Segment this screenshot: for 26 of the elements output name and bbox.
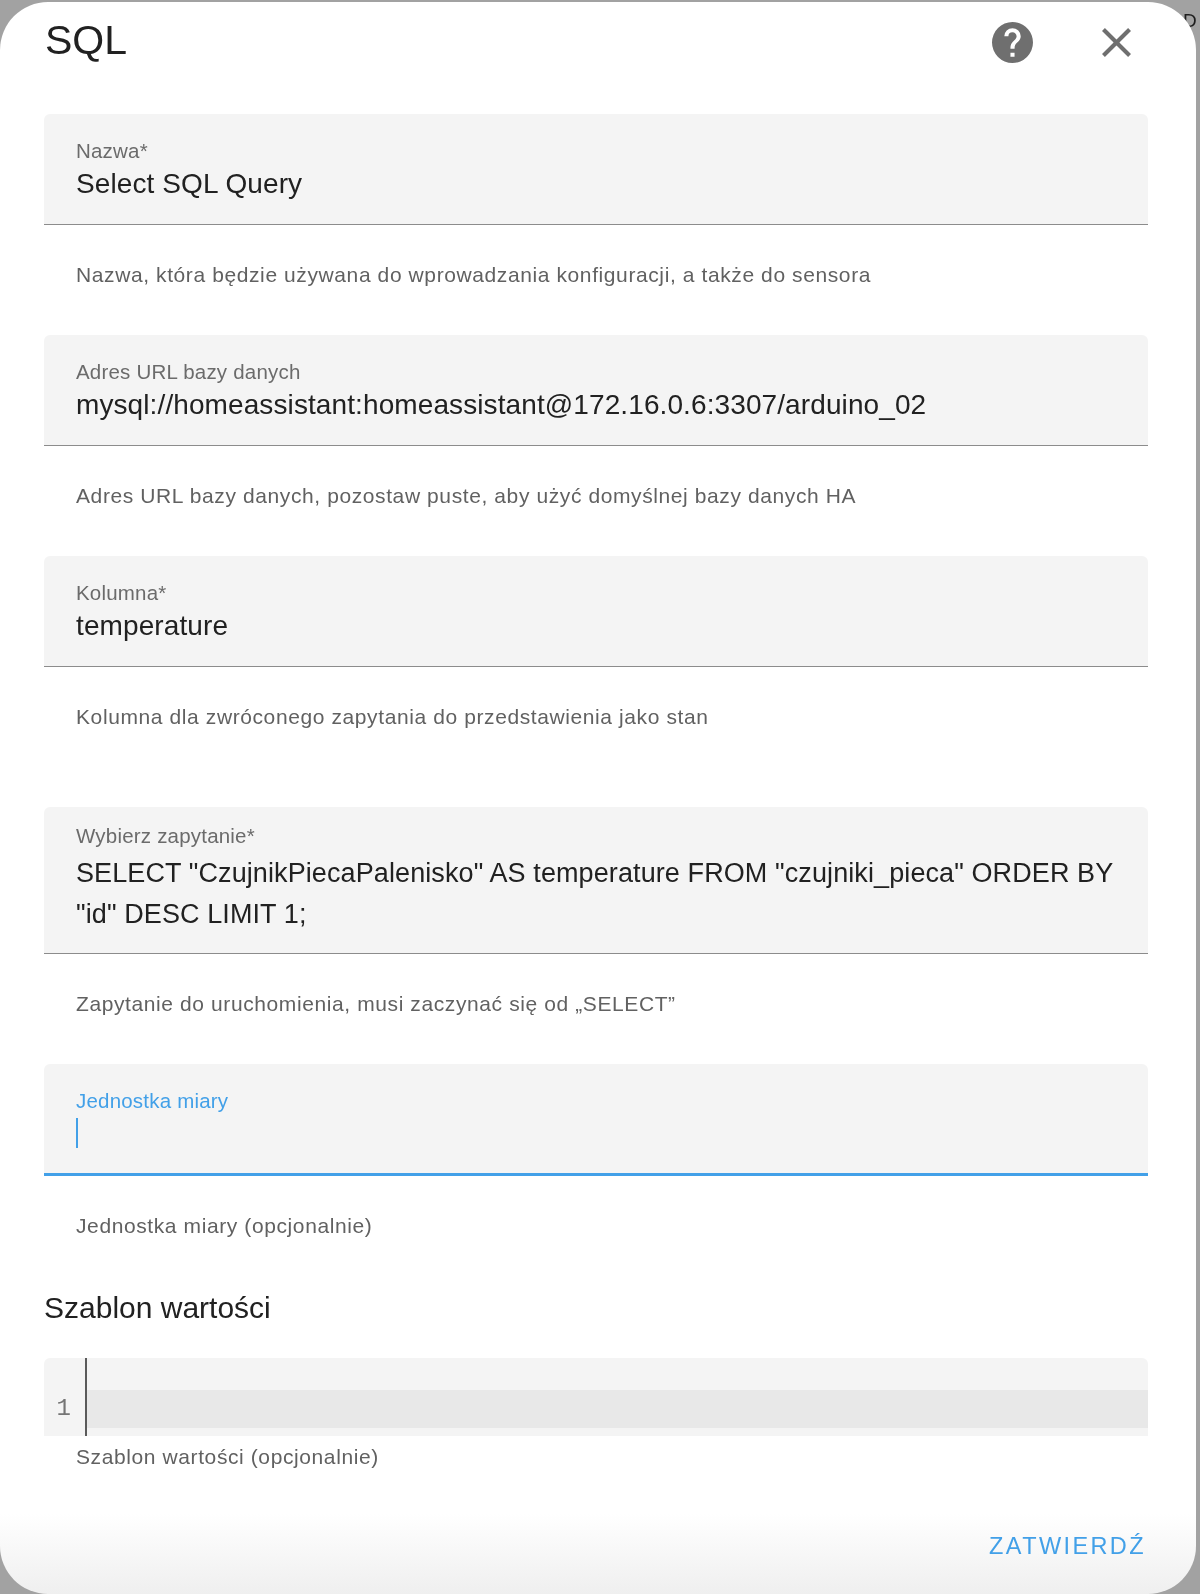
- helper-text: Nazwa, która będzie używana do wprowadzania konfiguracji, a także do sensora: [75, 262, 873, 288]
- text-cursor: [76, 1118, 78, 1148]
- field-label: Nazwa*: [76, 138, 149, 164]
- helper-text: Jednostka miary (opcjonalnie): [75, 1213, 374, 1239]
- helper-text: Kolumna dla zwróconego zapytania do przedstawienia jako stan: [75, 704, 710, 730]
- line-number: 1: [55, 1394, 72, 1424]
- helper-text: Zapytanie do uruchomienia, musi zaczynać się od „SELECT”: [75, 991, 677, 1017]
- field-value: temperature: [76, 609, 230, 643]
- field-label: Adres URL bazy danych: [76, 359, 302, 385]
- field-value: Select SQL Query: [76, 167, 304, 201]
- text-field[interactable]: Kolumna* temperature: [44, 556, 1148, 667]
- code-editor[interactable]: 1: [44, 1358, 1148, 1436]
- section-heading: Szablon wartości: [44, 1290, 272, 1326]
- field-value: SELECT "CzujnikPiecaPalenisko" AS temperature FROM "czujniki_pieca" ORDER BY "id" DESC LIMIT 1;: [76, 857, 1114, 931]
- help-icon: [992, 21, 1033, 63]
- close-icon: [1102, 27, 1131, 57]
- text-field[interactable]: Adres URL bazy danych mysql://homeassistant:homeassistant@172.16.0.6:3307/arduino_02: [44, 335, 1148, 446]
- text-field[interactable]: Nazwa* Select SQL Query: [44, 114, 1148, 225]
- helper-text: Adres URL bazy danych, pozostaw puste, aby użyć domyślnej bazy danych HA: [75, 483, 858, 509]
- field-value: mysql://homeassistant:homeassistant@172.16.0.6:3307/arduino_02: [76, 388, 928, 422]
- text-area[interactable]: Wybierz zapytanie* SELECT "CzujnikPiecaPalenisko" AS temperature FROM "czujniki_pieca" ORDER BY "id" DESC LIMIT 1;: [44, 807, 1148, 954]
- helper-text: Szablon wartości (opcjonalnie): [75, 1444, 380, 1470]
- field-label: Jednostka miary: [76, 1088, 230, 1114]
- dialog-title: SQL: [45, 16, 129, 65]
- field-label: Wybierz zapytanie*: [76, 823, 256, 849]
- field-label: Kolumna*: [76, 580, 168, 606]
